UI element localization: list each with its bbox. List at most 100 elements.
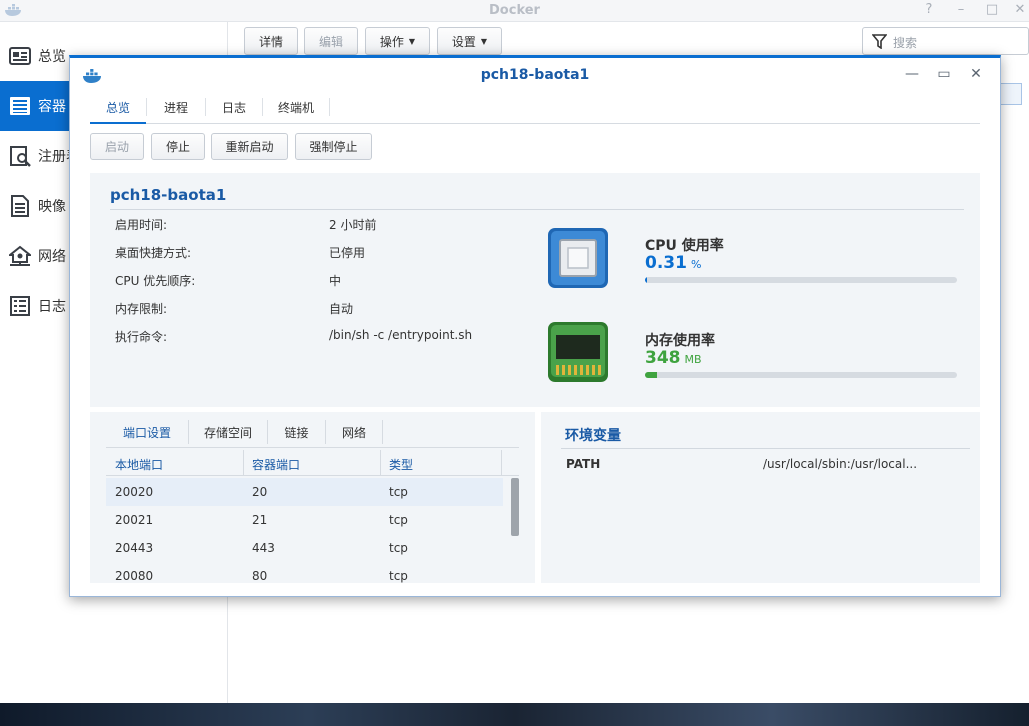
dialog-titlebar: pch18-baota1 — ▭ ✕: [70, 58, 1000, 92]
container-icon: [10, 97, 30, 115]
filter-icon: [872, 34, 887, 49]
help-button[interactable]: ?: [921, 2, 937, 17]
local-port-cell: 20021: [115, 513, 154, 527]
local-port-cell: 20443: [115, 541, 154, 555]
chevron-down-icon: ▼: [480, 36, 488, 46]
maximize-button[interactable]: □: [984, 2, 1000, 17]
sidebar-item-container[interactable]: 容器: [0, 81, 70, 131]
column-header-container-port[interactable]: 容器端口: [252, 456, 300, 473]
type-cell: tcp: [389, 485, 408, 499]
cpu-usage-bar: [645, 277, 957, 283]
cpu-icon: [548, 228, 608, 288]
settings-label: 设置: [451, 34, 476, 49]
ports-table-header: 本地端口 容器端口 类型: [106, 450, 519, 476]
table-row[interactable]: 20021 21 tcp: [106, 506, 503, 534]
dialog-close-button[interactable]: ✕: [968, 66, 984, 82]
container-detail-dialog: pch18-baota1 — ▭ ✕ 总览 进程 日志 终端机 启动 停止 重新…: [69, 55, 1001, 597]
table-row[interactable]: 20020 20 tcp: [106, 478, 503, 506]
ports-tabs: 端口设置 存储空间 链接 网络: [106, 416, 519, 448]
divider: [561, 448, 970, 449]
env-key: PATH: [566, 457, 601, 471]
tab-network[interactable]: 网络: [326, 416, 382, 448]
restart-button[interactable]: 重新启动: [211, 133, 288, 160]
close-button[interactable]: ✕: [1012, 2, 1028, 17]
env-variables-panel: 环境变量 PATH /usr/local/sbin:/usr/local...: [541, 412, 980, 583]
desktop-background: [0, 703, 1029, 726]
cpu-usage-fill: [645, 277, 647, 283]
tab-process[interactable]: 进程: [147, 92, 205, 124]
memory-usage-title: 内存使用率: [645, 333, 715, 349]
cpu-usage-title: CPU 使用率: [645, 238, 724, 254]
column-header-type[interactable]: 类型: [389, 456, 413, 473]
local-port-cell: 20080: [115, 569, 154, 583]
container-port-cell: 20: [252, 485, 268, 499]
cpu-unit: %: [690, 258, 702, 271]
tab-divider: [329, 98, 330, 116]
info-value: 2 小时前: [329, 218, 377, 232]
log-icon: [10, 296, 30, 316]
ports-panel: 端口设置 存储空间 链接 网络 本地端口 容器端口 类型 20020 20 tc…: [90, 412, 535, 583]
info-label: 执行命令:: [115, 330, 168, 344]
tab-port-settings[interactable]: 端口设置: [106, 416, 188, 448]
sidebar-item-label: 容器: [38, 99, 66, 115]
memory-usage-value: 348 MB: [645, 348, 702, 368]
window-titlebar: Docker ? – □ ✕: [0, 0, 1029, 22]
container-port-cell: 443: [252, 541, 275, 555]
column-divider: [243, 450, 244, 476]
info-label: 启用时间:: [115, 218, 168, 232]
cpu-value: 0.31: [645, 253, 687, 273]
chevron-down-icon: ▼: [408, 36, 416, 46]
divider: [110, 209, 964, 210]
info-value: 自动: [329, 302, 354, 316]
info-label: 内存限制:: [115, 302, 168, 316]
memory-unit: MB: [684, 353, 702, 366]
dialog-maximize-button[interactable]: ▭: [936, 66, 952, 82]
minimize-button[interactable]: –: [953, 2, 969, 17]
tab-links[interactable]: 链接: [268, 416, 325, 448]
memory-usage-fill: [645, 372, 658, 378]
container-port-cell: 80: [252, 569, 268, 583]
table-row[interactable]: 20080 80 tcp: [106, 562, 503, 583]
registry-icon: [10, 146, 31, 167]
search-input[interactable]: 搜索: [862, 27, 1029, 55]
info-value: 已停用: [329, 246, 366, 260]
network-icon: [9, 245, 31, 266]
force-stop-button[interactable]: 强制停止: [295, 133, 372, 160]
dialog-title: pch18-baota1: [480, 67, 590, 83]
column-header-local-port[interactable]: 本地端口: [115, 456, 163, 473]
start-button[interactable]: 启动: [90, 133, 144, 160]
settings-menu-button[interactable]: 设置 ▼: [437, 27, 502, 55]
env-value: /usr/local/sbin:/usr/local...: [763, 457, 918, 471]
sidebar-item-label: 映像: [38, 199, 66, 215]
sidebar-item-label: 网络: [38, 249, 66, 265]
container-info-panel: pch18-baota1 启用时间: 2 小时前 桌面快捷方式: 已停用 CPU…: [90, 173, 980, 407]
tab-log[interactable]: 日志: [206, 92, 262, 124]
action-menu-button[interactable]: 操作 ▼: [365, 27, 430, 55]
info-value: /bin/sh -c /entrypoint.sh: [329, 328, 473, 342]
type-cell: tcp: [389, 569, 408, 583]
memory-value: 348: [645, 348, 681, 368]
type-cell: tcp: [389, 541, 408, 555]
container-port-cell: 21: [252, 513, 268, 527]
env-variables-title: 环境变量: [565, 428, 621, 444]
details-button[interactable]: 详情: [244, 27, 298, 55]
stop-button[interactable]: 停止: [151, 133, 205, 160]
ports-scrollbar[interactable]: [511, 478, 519, 536]
table-row[interactable]: 20443 443 tcp: [106, 534, 503, 562]
info-value: 中: [329, 274, 342, 288]
edit-button[interactable]: 编辑: [304, 27, 358, 55]
sidebar-item-label: 日志: [38, 299, 66, 315]
type-cell: tcp: [389, 513, 408, 527]
cpu-usage-value: 0.31%: [645, 253, 701, 273]
dialog-minimize-button[interactable]: —: [904, 66, 920, 82]
tab-storage[interactable]: 存储空间: [189, 416, 267, 448]
sidebar-item-label: 总览: [38, 49, 66, 65]
dialog-tabs: 总览 进程 日志 终端机: [90, 92, 980, 124]
local-port-cell: 20020: [115, 485, 154, 499]
container-name: pch18-baota1: [110, 186, 227, 204]
search-placeholder: 搜索: [893, 36, 918, 50]
tab-terminal[interactable]: 终端机: [263, 92, 329, 124]
list-checkbox[interactable]: [1000, 83, 1022, 105]
tab-overview[interactable]: 总览: [90, 92, 146, 124]
action-label: 操作: [379, 34, 404, 49]
